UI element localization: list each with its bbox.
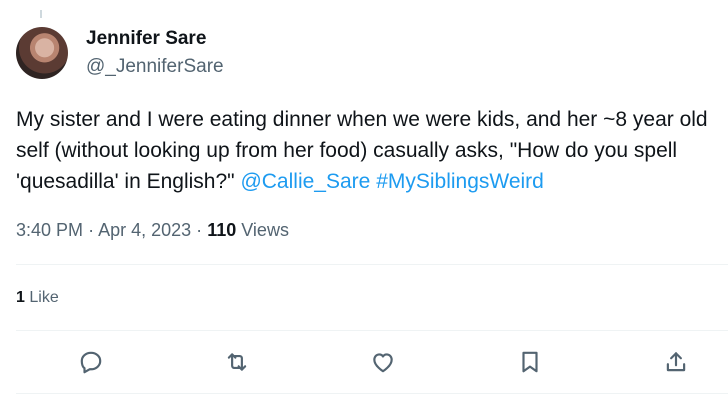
author-names: Jennifer Sare @_JenniferSare [86,27,224,79]
views-label: Views [241,220,289,240]
bookmark-icon [522,351,538,373]
divider [16,393,728,394]
author-display-name[interactable]: Jennifer Sare [86,27,224,51]
hashtag-link[interactable]: #MySiblingsWeird [376,170,544,193]
views-count: 110 [207,220,237,240]
likes-label: Like [29,289,59,306]
retweet-button[interactable] [223,348,251,376]
share-icon [666,352,686,372]
bookmark-button[interactable] [516,348,544,376]
tweet-date[interactable]: Apr 4, 2023 [98,220,191,240]
meta-separator: · [196,220,203,240]
divider [16,330,728,331]
avatar[interactable] [16,27,68,79]
reply-button[interactable] [77,348,105,376]
tweet-header: Jennifer Sare @_JenniferSare [16,26,224,80]
divider [16,264,728,265]
like-icon [373,353,393,373]
share-button[interactable] [662,348,690,376]
likes-summary[interactable]: 1 Like [16,287,59,309]
retweet-icon [227,353,247,371]
thread-connector-line [40,10,42,18]
tweet-meta: 3:40 PM · Apr 4, 2023 · 110 Views [16,218,289,242]
author-handle[interactable]: @_JenniferSare [86,55,224,79]
mention-link[interactable]: @Callie_Sare [240,170,370,193]
meta-separator: · [88,220,95,240]
likes-count: 1 [16,289,25,306]
like-button[interactable] [369,348,397,376]
action-bar [0,346,728,378]
tweet-text: My sister and I were eating dinner when … [16,104,724,197]
tweet-time[interactable]: 3:40 PM [16,220,83,240]
reply-icon [80,351,102,374]
